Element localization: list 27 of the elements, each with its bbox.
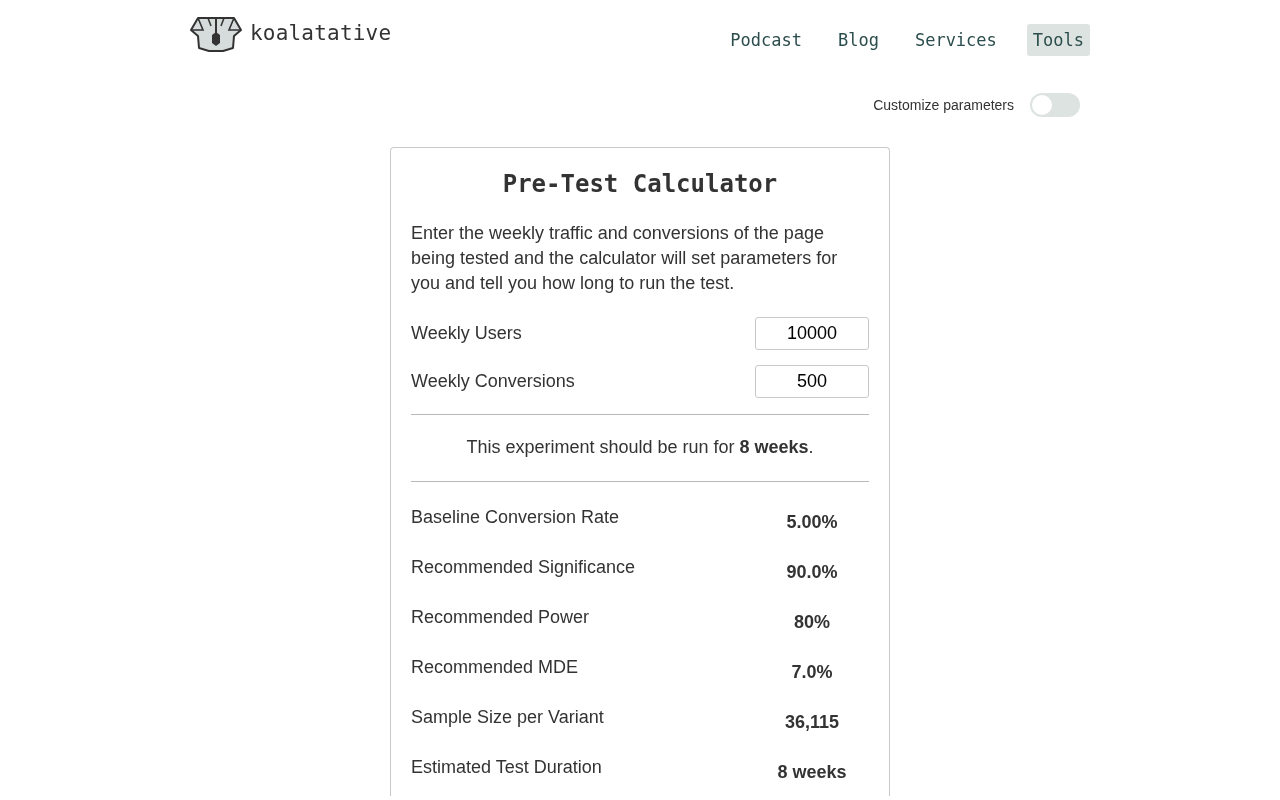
nav-link[interactable]: Tools <box>1026 24 1090 56</box>
toggle-label: Customize parameters <box>873 95 1014 115</box>
nav-link[interactable]: Podcast <box>724 24 808 56</box>
summary-text: This experiment should be run for 8 weeks. <box>465 435 815 459</box>
intro-text: Enter the weekly traffic and conversions of the page being tested and the calculator will set parameters for you and tell you how long to run the test. <box>411 221 839 295</box>
toggle-switch[interactable] <box>1030 93 1080 117</box>
result-value: 90.0% <box>785 560 839 584</box>
result-label: Sample Size per Variant <box>411 705 604 729</box>
input-field[interactable]: 500 <box>755 365 869 399</box>
result-value: 5.00% <box>785 510 839 534</box>
nav-link[interactable]: Blog <box>831 24 885 56</box>
brand-name[interactable]: koalatative <box>250 18 392 50</box>
result-label: Baseline Conversion Rate <box>411 505 620 529</box>
calculator-title: Pre-Test Calculator <box>501 170 779 199</box>
result-value: 80% <box>793 610 831 634</box>
result-label: Recommended MDE <box>411 655 579 679</box>
result-value: 36,115 <box>783 710 841 734</box>
field-label: Weekly Conversions <box>411 370 575 394</box>
result-label: Estimated Test Duration <box>411 755 602 779</box>
result-label: Recommended Power <box>411 605 590 629</box>
field-label: Weekly Users <box>411 322 522 346</box>
input-field[interactable]: 10000 <box>755 317 869 351</box>
result-value: 8 weeks <box>776 760 848 784</box>
koala-logo-icon[interactable] <box>190 16 242 52</box>
result-value: 7.0% <box>790 660 834 684</box>
result-label: Recommended Significance <box>411 555 636 579</box>
nav-link[interactable]: Services <box>908 24 1003 56</box>
